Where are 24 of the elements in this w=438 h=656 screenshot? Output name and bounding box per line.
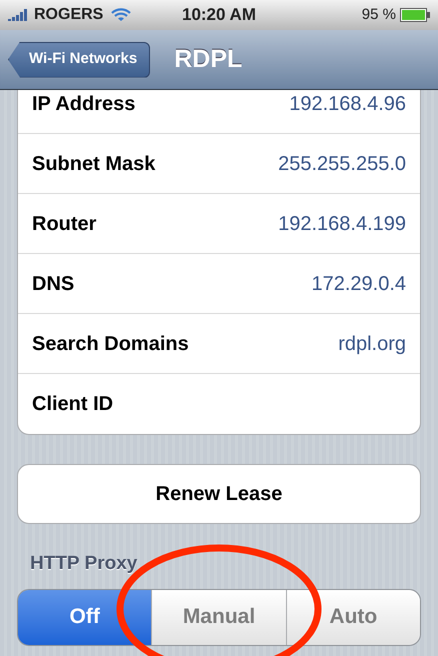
segment-tab[interactable]: Off (18, 590, 152, 644)
battery-icon (400, 8, 430, 22)
row-label: Search Domains (32, 332, 189, 356)
row-value: rdpl.org (338, 332, 406, 356)
row-value: 192.168.4.199 (278, 212, 406, 236)
carrier-name: ROGERS (34, 5, 104, 25)
clock-time: 10:20 AM (180, 4, 257, 26)
battery-percentage: 95 % (362, 4, 396, 25)
wifi-icon (111, 8, 132, 22)
segment-tab[interactable]: Manual (151, 590, 286, 644)
back-button[interactable]: Wi-Fi Networks (8, 42, 150, 78)
row-label: DNS (32, 272, 74, 296)
screen-title: RDPL (174, 44, 242, 75)
row-label: Client ID (32, 392, 114, 417)
segment-tab[interactable]: Auto (286, 590, 420, 644)
signal-icon (8, 9, 30, 21)
row-value: 192.168.4.96 (289, 92, 406, 116)
row-label: IP Address (32, 92, 136, 116)
row-label: Subnet Mask (32, 152, 156, 176)
row-label: Router (32, 212, 96, 236)
row-value: 172.29.0.4 (311, 272, 406, 296)
renew-lease-button[interactable]: Renew Lease (17, 464, 421, 524)
section-heading: HTTP Proxy (30, 552, 138, 576)
row-value: 255.255.255.0 (278, 152, 406, 176)
